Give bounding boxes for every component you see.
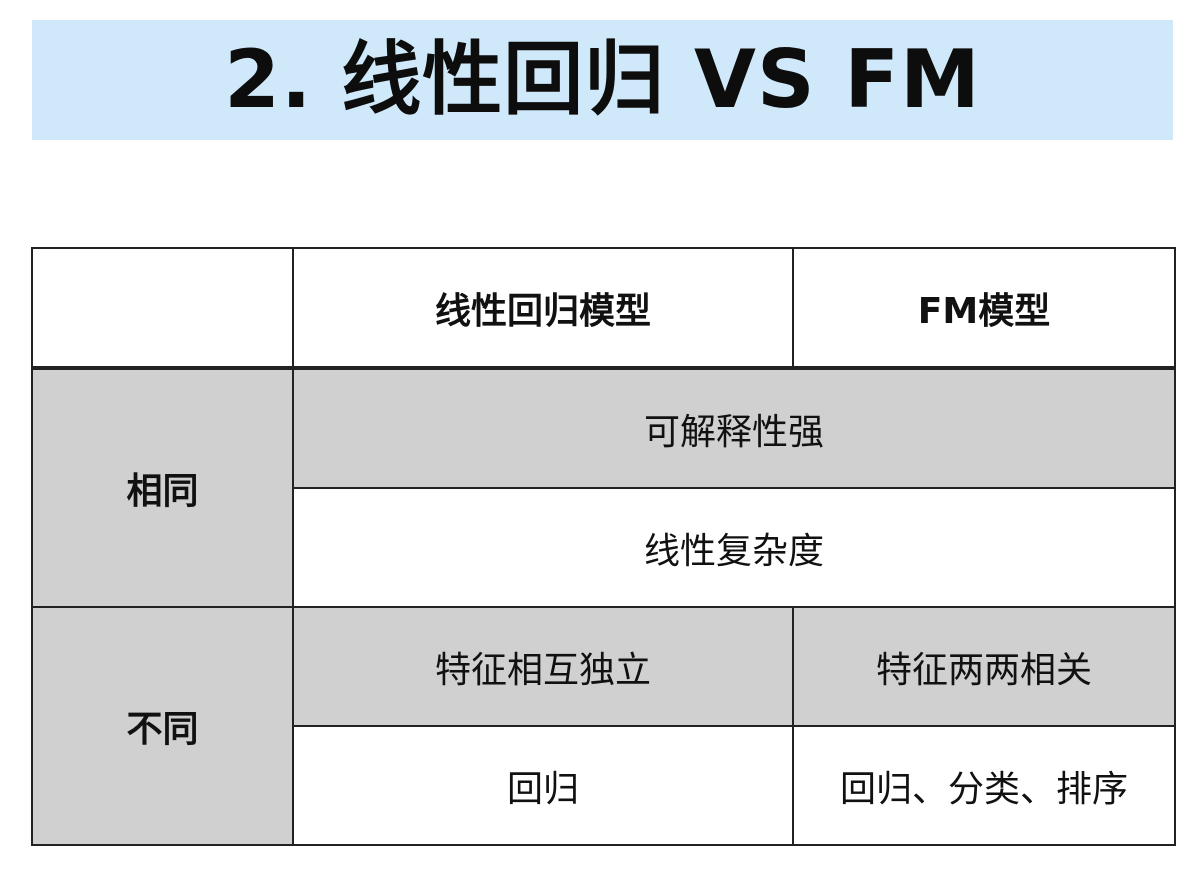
comparison-table: 线性回归模型 FM模型 相同 可解释性强 线性复杂度 不同 特征相互独立 特征两… xyxy=(31,247,1176,846)
diff-cell-fm-features: 特征两两相关 xyxy=(792,606,1176,727)
table-row: 不同 特征相互独立 特征两两相关 xyxy=(31,606,1176,846)
title-banner: 2. 线性回归 VS FM xyxy=(32,20,1173,140)
diff-cell-fm-tasks: 回归、分类、排序 xyxy=(792,725,1176,846)
same-cell-complexity: 线性复杂度 xyxy=(292,487,1176,608)
header-corner-cell xyxy=(31,247,294,370)
header-fm-model: FM模型 xyxy=(792,247,1176,370)
diff-cell-linear-features: 特征相互独立 xyxy=(292,606,794,727)
same-cell-interpretability: 可解释性强 xyxy=(292,367,1176,489)
table-row: 相同 可解释性强 xyxy=(31,367,1176,608)
row-header-different: 不同 xyxy=(31,606,294,846)
diff-cell-linear-tasks: 回归 xyxy=(292,725,794,846)
row-header-same: 相同 xyxy=(31,367,294,608)
page-title: 2. 线性回归 VS FM xyxy=(224,33,981,126)
header-linear-regression: 线性回归模型 xyxy=(292,247,794,370)
table-header-row: 线性回归模型 FM模型 xyxy=(31,247,1176,370)
